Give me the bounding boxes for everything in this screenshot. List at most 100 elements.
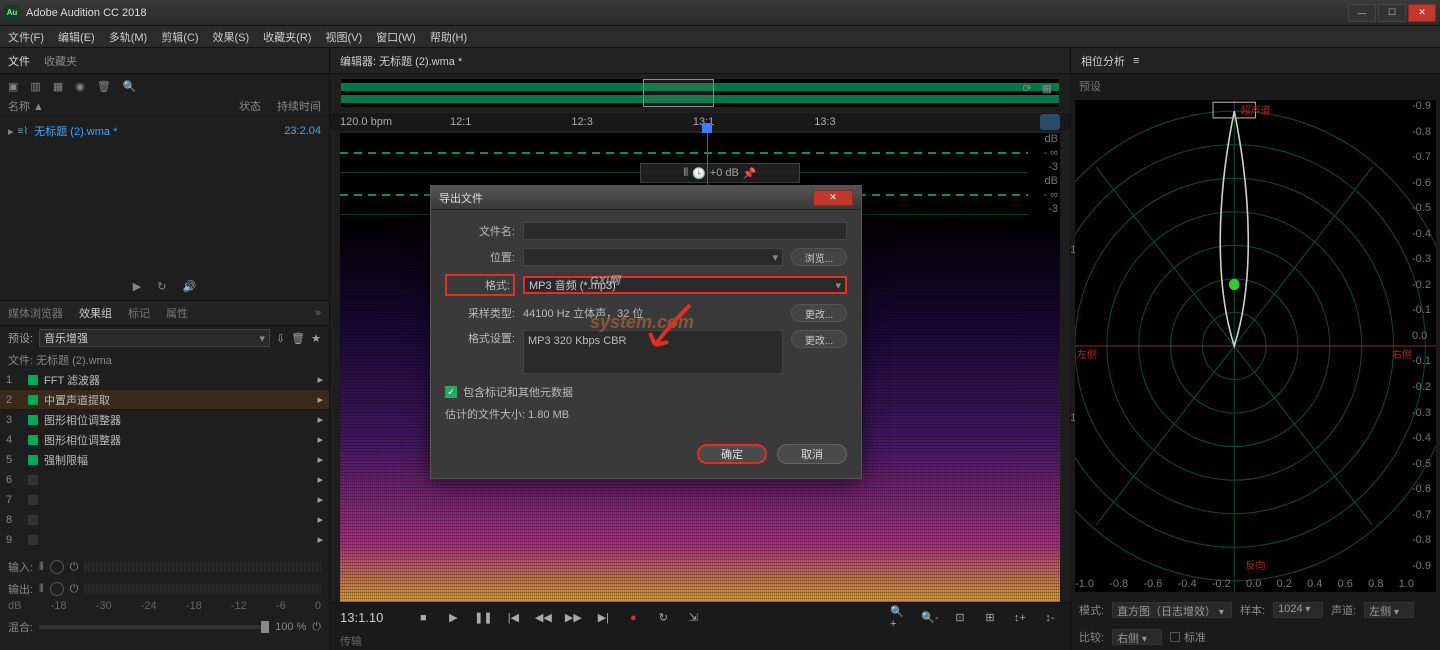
overflow-icon[interactable]: »	[315, 307, 321, 319]
fx-toggle-icon[interactable]	[28, 435, 38, 445]
phase-preset-label[interactable]: 预设	[1071, 74, 1440, 96]
pin-icon[interactable]: 📌	[743, 167, 757, 180]
zoom-in-icon[interactable]: 🔍+	[890, 609, 910, 627]
menu-favorites[interactable]: 收藏夹(R)	[263, 29, 311, 45]
col-name[interactable]: 名称 ▲	[8, 98, 211, 119]
mix-slider[interactable]	[39, 625, 269, 629]
output-gain-knob[interactable]	[50, 582, 64, 596]
time-display[interactable]: 13:1.10	[340, 610, 383, 625]
play-icon[interactable]: ▶	[133, 280, 141, 293]
fx-row-1[interactable]: 1FFT 滤波器▸	[0, 370, 329, 390]
menu-edit[interactable]: 编辑(E)	[58, 29, 95, 45]
fx-row-9[interactable]: 9▸	[0, 530, 329, 550]
grid-icon[interactable]: ▦	[1042, 82, 1052, 95]
fx-row-4[interactable]: 4图形相位调整器▸	[0, 430, 329, 450]
open-file-icon[interactable]: ▣	[8, 80, 18, 93]
fx-toggle-icon[interactable]	[28, 455, 38, 465]
delete-preset-icon[interactable]: 🗑	[291, 332, 305, 345]
menu-help[interactable]: 帮助(H)	[430, 29, 467, 45]
chevron-right-icon[interactable]: ▸	[317, 413, 323, 426]
zoom-out-icon[interactable]: 🔍-	[920, 609, 940, 627]
tab-markers[interactable]: 标记	[128, 305, 150, 321]
new-file-icon[interactable]: ▥	[30, 80, 40, 93]
col-duration[interactable]: 持续时间	[261, 98, 321, 119]
tab-media-browser[interactable]: 媒体浏览器	[8, 305, 63, 321]
fx-toggle-icon[interactable]	[28, 395, 38, 405]
save-preset-icon[interactable]: ⇩	[276, 332, 285, 345]
window-minimize-button[interactable]: —	[1348, 4, 1376, 22]
change-format-button[interactable]: 更改...	[791, 330, 847, 348]
tab-effects-rack[interactable]: 效果组	[79, 305, 112, 321]
menu-file[interactable]: 文件(F)	[8, 29, 44, 45]
tab-properties[interactable]: 属性	[166, 305, 188, 321]
dialog-titlebar[interactable]: 导出文件 ✕	[431, 186, 861, 210]
compare-select[interactable]: 右侧 ▾	[1112, 629, 1162, 645]
zoom-sel-icon[interactable]: ⊞	[980, 609, 1000, 627]
cancel-button[interactable]: 取消	[777, 444, 847, 464]
overview-waveform[interactable]	[340, 78, 1060, 108]
record-button[interactable]: ●	[623, 609, 643, 627]
new-multi-icon[interactable]: ▦	[53, 80, 63, 93]
trash-icon[interactable]: 🗑	[97, 80, 111, 93]
chevron-right-icon[interactable]: ▸	[317, 453, 323, 466]
bpm-display[interactable]: 120.0 bpm	[340, 116, 392, 128]
zoom-out-v-icon[interactable]: ↕-	[1040, 609, 1060, 627]
browse-button[interactable]: 浏览...	[791, 248, 847, 266]
dialog-close-button[interactable]: ✕	[813, 190, 853, 206]
overview-selection[interactable]	[643, 79, 715, 107]
clip-gain-hud[interactable]: ⫴🕓+0 dB📌	[640, 163, 800, 183]
ok-button[interactable]: 确定	[697, 444, 767, 464]
menu-window[interactable]: 窗口(W)	[376, 29, 416, 45]
channel-select[interactable]: 左侧 ▾	[1364, 602, 1414, 618]
fx-row-2[interactable]: 2中置声道提取▸	[0, 390, 329, 410]
window-close-button[interactable]: ✕	[1408, 4, 1436, 22]
fx-row-7[interactable]: 7▸	[0, 490, 329, 510]
pause-button[interactable]: ❚❚	[473, 609, 493, 627]
location-select[interactable]	[523, 248, 783, 266]
tab-files[interactable]: 文件	[8, 53, 30, 69]
playhead-marker-icon[interactable]	[702, 123, 712, 133]
standard-checkbox[interactable]	[1170, 632, 1180, 642]
tab-favorites[interactable]: 收藏夹	[44, 53, 77, 69]
skip-selection-button[interactable]: ⇲	[683, 609, 703, 627]
skip-start-button[interactable]: |◀	[503, 609, 523, 627]
zoom-fit-icon[interactable]: ⊡	[950, 609, 970, 627]
record-icon[interactable]: ◉	[75, 80, 85, 93]
chevron-right-icon[interactable]: ▸	[317, 373, 323, 386]
favorite-icon[interactable]: ★	[311, 332, 321, 345]
forward-button[interactable]: ▶▶	[563, 609, 583, 627]
search-icon[interactable]: 🔍	[123, 80, 137, 93]
preset-select[interactable]: 音乐增强	[39, 329, 270, 347]
loop-button[interactable]: ↻	[653, 609, 673, 627]
menu-multitrack[interactable]: 多轨(M)	[109, 29, 148, 45]
menu-effects[interactable]: 效果(S)	[213, 29, 250, 45]
samples-select[interactable]: 1024 ▾	[1273, 602, 1323, 618]
change-sample-button[interactable]: 更改...	[791, 304, 847, 322]
timeline-ruler[interactable]: 120.0 bpm 12:1 12:3 13:1 13:3	[330, 112, 1070, 132]
stop-button[interactable]: ■	[413, 609, 433, 627]
fx-row-5[interactable]: 5强制限幅▸	[0, 450, 329, 470]
fx-toggle-icon[interactable]	[28, 375, 38, 385]
mode-select[interactable]: 直方图（日志增效） ▾	[1112, 602, 1232, 618]
play-button[interactable]: ▶	[443, 609, 463, 627]
filename-input[interactable]	[523, 222, 847, 240]
loop-icon[interactable]: ↻	[157, 280, 166, 293]
input-gain-knob[interactable]	[50, 560, 64, 574]
zoom-in-v-icon[interactable]: ↕+	[1010, 609, 1030, 627]
include-metadata-checkbox[interactable]: ✓	[445, 386, 457, 398]
format-select[interactable]: MP3 音频 (*.mp3)	[523, 276, 847, 294]
file-list-row[interactable]: ▸ ≡⌇ 无标题 (2).wma * 23:2.04	[0, 120, 329, 142]
fx-row-3[interactable]: 3图形相位调整器▸	[0, 410, 329, 430]
menu-clip[interactable]: 剪辑(C)	[161, 29, 198, 45]
chevron-right-icon[interactable]: ▸	[317, 393, 323, 406]
window-maximize-button[interactable]: ☐	[1378, 4, 1406, 22]
fx-row-6[interactable]: 6▸	[0, 470, 329, 490]
phase-scope[interactable]: 超声道 左侧 右侧 反向 -0.9-0.8-0.7-0.6-0.5-0.4-0.…	[1075, 100, 1436, 592]
menu-view[interactable]: 视图(V)	[325, 29, 362, 45]
scan-icon[interactable]: ⟳	[1022, 82, 1031, 95]
col-status[interactable]: 状态	[211, 98, 261, 119]
chevron-right-icon[interactable]: ▸	[317, 433, 323, 446]
rewind-button[interactable]: ◀◀	[533, 609, 553, 627]
fx-row-8[interactable]: 8▸	[0, 510, 329, 530]
headphones-icon[interactable]	[1040, 114, 1060, 130]
